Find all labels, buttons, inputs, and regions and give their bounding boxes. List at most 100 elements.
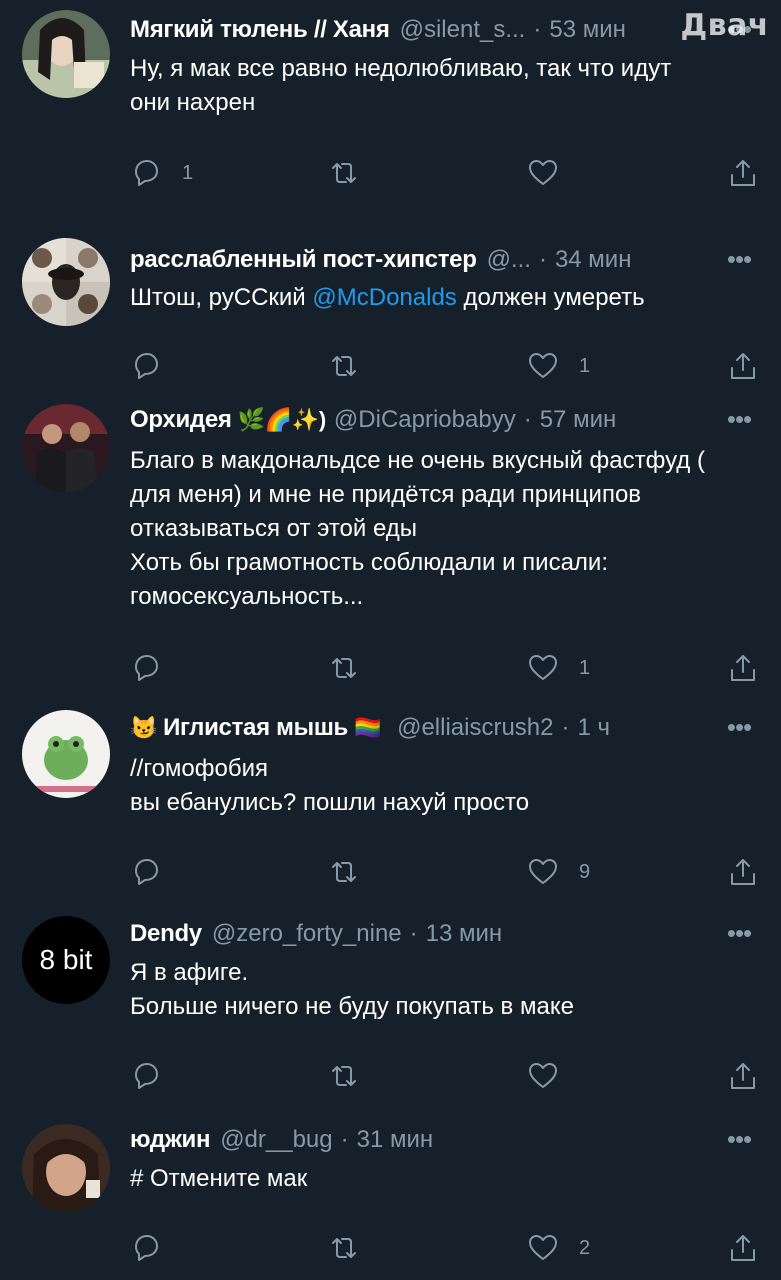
like-button[interactable]: 1 xyxy=(527,648,590,688)
reply-button[interactable] xyxy=(130,648,182,688)
share-button[interactable] xyxy=(727,153,759,193)
timestamp[interactable]: 34 мин xyxy=(555,246,632,274)
timestamp[interactable]: 1 ч xyxy=(578,714,611,742)
avatar[interactable] xyxy=(22,238,110,326)
tweet-header: юджин @dr__bug · 31 мин xyxy=(130,1126,434,1154)
retweet-button[interactable] xyxy=(328,852,380,892)
like-icon xyxy=(529,160,557,185)
retweet-button[interactable] xyxy=(328,1228,380,1268)
share-icon xyxy=(731,1235,755,1261)
share-button[interactable] xyxy=(727,648,759,688)
user-handle[interactable]: @zero_forty_nine xyxy=(212,920,402,948)
reply-icon xyxy=(135,160,158,186)
like-button[interactable]: 9 xyxy=(527,852,590,892)
more-icon[interactable]: ••• xyxy=(719,714,759,746)
timestamp[interactable]: 53 мин xyxy=(549,16,626,44)
avatar[interactable]: 8 bit xyxy=(22,916,110,1004)
avatar-text: 8 bit xyxy=(39,944,93,975)
avatar[interactable] xyxy=(22,710,110,798)
like-button[interactable] xyxy=(527,1056,579,1096)
share-button[interactable] xyxy=(727,1228,759,1268)
display-name[interactable]: Иглистая мышь xyxy=(163,714,348,742)
tweet-actions xyxy=(0,1056,781,1096)
reply-icon xyxy=(135,655,158,681)
share-button[interactable] xyxy=(727,1056,759,1096)
display-name[interactable]: Dendy xyxy=(130,920,202,948)
retweet-icon xyxy=(332,1238,356,1258)
more-icon[interactable]: ••• xyxy=(719,920,759,952)
retweet-icon xyxy=(332,163,356,183)
retweet-icon xyxy=(332,356,356,376)
tweet-actions: 1 xyxy=(0,346,781,386)
avatar[interactable] xyxy=(22,10,110,98)
reply-button[interactable]: 1 xyxy=(130,153,193,193)
like-icon xyxy=(529,353,557,378)
timestamp[interactable]: 31 мин xyxy=(357,1126,434,1154)
more-icon[interactable]: ••• xyxy=(719,406,759,438)
retweet-button[interactable] xyxy=(328,648,380,688)
more-icon[interactable]: ••• xyxy=(719,246,759,278)
reply-count: 1 xyxy=(182,161,194,184)
tweet-text: Штош, руССкий @McDonalds должен умереть xyxy=(130,284,645,311)
display-name[interactable]: Мягкий тюлень // Ханя xyxy=(130,16,390,44)
avatar[interactable] xyxy=(22,404,110,492)
share-icon xyxy=(731,160,755,186)
like-button[interactable]: 2 xyxy=(527,1228,590,1268)
reply-button[interactable] xyxy=(130,346,182,386)
tweet-actions: 1 xyxy=(0,153,781,193)
like-icon xyxy=(529,655,557,680)
user-handle[interactable]: @elliaiscrush2 xyxy=(397,714,553,742)
tweet-header: Dendy @zero_forty_nine · 13 мин xyxy=(130,920,503,948)
tweet[interactable]: 😼 Иглистая мышь 🏳️‍🌈 @elliaiscrush2 · 1 … xyxy=(0,702,781,908)
tweet-actions: 9 xyxy=(0,852,781,892)
retweet-icon xyxy=(332,1066,356,1086)
reply-button[interactable] xyxy=(130,1228,182,1268)
tweet[interactable]: Орхидея 🌿🌈✨) @DiCapriobabyy · 57 мин •••… xyxy=(0,394,781,702)
tweet-text: Благо в макдональдсе не очень вкусный фа… xyxy=(130,447,705,610)
share-icon xyxy=(731,1063,755,1089)
retweet-icon xyxy=(332,658,356,678)
tweet[interactable]: юджин @dr__bug · 31 мин ••• # Отмените м… xyxy=(0,1114,781,1280)
tweet-text: //гомофобия вы ебанулись? пошли нахуй пр… xyxy=(130,755,530,816)
like-button[interactable] xyxy=(527,153,579,193)
name-emoji: 🌿🌈✨) xyxy=(237,407,327,432)
reply-button[interactable] xyxy=(130,852,182,892)
user-handle[interactable]: @DiCapriobabyy xyxy=(334,406,516,434)
share-button[interactable] xyxy=(727,346,759,386)
dvach-watermark: Двач xyxy=(680,8,769,43)
user-handle[interactable]: @... xyxy=(487,246,531,274)
avatar[interactable] xyxy=(22,1124,110,1212)
reply-icon xyxy=(135,1235,158,1261)
retweet-button[interactable] xyxy=(328,153,380,193)
tweet[interactable]: Мягкий тюлень // Ханя @silent_s... · 53 … xyxy=(0,0,781,206)
display-name[interactable]: расслабленный пост-хипстер xyxy=(130,246,477,274)
mention-link[interactable]: @McDonalds xyxy=(312,284,456,311)
share-button[interactable] xyxy=(727,852,759,892)
retweet-button[interactable] xyxy=(328,1056,380,1096)
tweet-header: Орхидея 🌿🌈✨) @DiCapriobabyy · 57 мин xyxy=(130,406,617,434)
timestamp[interactable]: 57 мин xyxy=(540,406,617,434)
more-icon[interactable]: ••• xyxy=(719,1126,759,1158)
display-name[interactable]: юджин xyxy=(130,1126,210,1154)
display-name[interactable]: Орхидея xyxy=(130,406,232,434)
tweet-text: # Отмените мак xyxy=(130,1165,308,1192)
tweet-text: Я в афиге. Больше ничего не буду покупат… xyxy=(130,959,574,1020)
reply-button[interactable] xyxy=(130,1056,182,1096)
tweet-header: 😼 Иглистая мышь 🏳️‍🌈 @elliaiscrush2 · 1 … xyxy=(130,714,611,742)
timestamp[interactable]: 13 мин xyxy=(426,920,503,948)
share-icon xyxy=(731,655,755,681)
tweet[interactable]: 8 bit Dendy @zero_forty_nine · 13 мин ••… xyxy=(0,908,781,1114)
retweet-button[interactable] xyxy=(328,346,380,386)
reply-icon xyxy=(135,353,158,379)
like-icon xyxy=(529,1063,557,1088)
tweet[interactable]: расслабленный пост-хипстер @... · 34 мин… xyxy=(0,206,781,412)
like-count: 1 xyxy=(579,354,591,377)
tweet-header: Мягкий тюлень // Ханя @silent_s... · 53 … xyxy=(130,16,626,44)
like-button[interactable]: 1 xyxy=(527,346,590,386)
user-handle[interactable]: @silent_s... xyxy=(400,16,526,44)
like-icon xyxy=(529,1235,557,1260)
share-icon xyxy=(731,859,755,885)
tweet-actions: 2 xyxy=(0,1228,781,1268)
user-handle[interactable]: @dr__bug xyxy=(220,1126,332,1154)
retweet-icon xyxy=(332,862,356,882)
